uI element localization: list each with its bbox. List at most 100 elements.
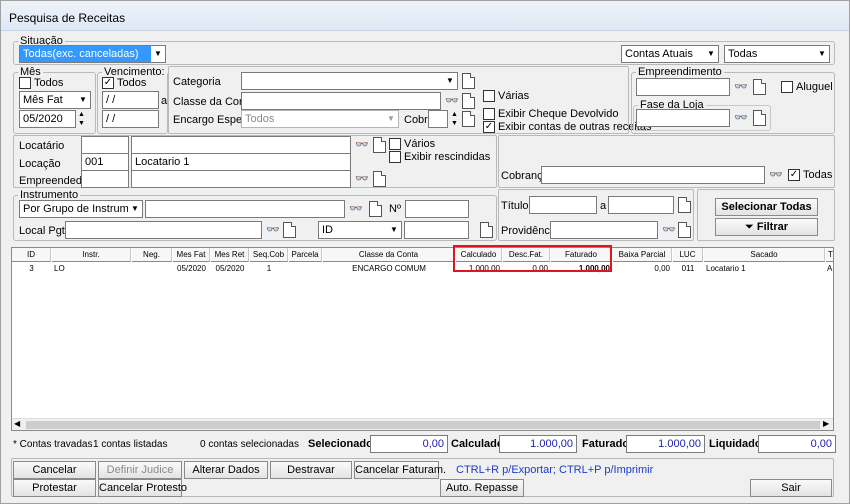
mes-todos-checkbox[interactable] bbox=[19, 77, 31, 89]
categoria-select[interactable]: ▼ bbox=[241, 72, 458, 90]
cell-seq-cob[interactable]: 1 bbox=[250, 263, 288, 274]
classe-input[interactable] bbox=[241, 92, 441, 110]
cell-parcela[interactable] bbox=[289, 263, 322, 274]
col-header-mes-fat[interactable]: Mes Fat bbox=[173, 248, 210, 262]
mes-input[interactable]: 05/2020 bbox=[19, 110, 76, 128]
definir-judice-button[interactable]: Definir Judice bbox=[98, 461, 182, 479]
col-header-classe[interactable]: Classe da Conta bbox=[323, 248, 455, 262]
col-header-sacado[interactable]: Sacado bbox=[704, 248, 825, 262]
empreendimento-input[interactable] bbox=[636, 78, 730, 96]
binoculars-icon[interactable]: 👓 bbox=[768, 166, 784, 184]
col-header-t[interactable]: T bbox=[826, 248, 833, 262]
selecionar-todas-button[interactable]: Selecionar Todas bbox=[715, 198, 818, 216]
fase-input[interactable] bbox=[636, 109, 730, 127]
col-header-luc[interactable]: LUC bbox=[673, 248, 703, 262]
cell-sacado[interactable]: Locatario 1 bbox=[706, 263, 825, 274]
locacao-name-input[interactable]: Locatario 1 bbox=[131, 153, 351, 171]
binoculars-icon[interactable]: 👓 bbox=[444, 92, 460, 110]
cheque-checkbox[interactable] bbox=[483, 108, 495, 120]
empreendedor-id-input[interactable] bbox=[81, 170, 129, 188]
auto-repasse-button[interactable]: Auto. Repasse bbox=[440, 479, 524, 497]
col-header-mes-ret[interactable]: Mes Ret bbox=[211, 248, 249, 262]
document-icon[interactable] bbox=[678, 197, 691, 213]
instrumento-select[interactable]: Por Grupo de Instrumento ▼ bbox=[19, 200, 143, 218]
scroll-right-icon[interactable]: ▶ bbox=[823, 419, 829, 428]
document-icon[interactable] bbox=[369, 201, 382, 217]
varias-checkbox[interactable] bbox=[483, 90, 495, 102]
binoculars-icon[interactable]: 👓 bbox=[661, 221, 677, 239]
cell-mes-fat[interactable]: 05/2020 bbox=[173, 263, 210, 274]
col-header-seq-cob[interactable]: Seq.Cob bbox=[250, 248, 288, 262]
destravar-button[interactable]: Destravar bbox=[270, 461, 352, 479]
alterar-dados-button[interactable]: Alterar Dados bbox=[184, 461, 268, 479]
document-icon[interactable] bbox=[462, 73, 475, 89]
locatario-name-input[interactable] bbox=[131, 136, 351, 154]
mes-spinner[interactable]: ▲ ▼ bbox=[76, 110, 87, 128]
sair-button[interactable]: Sair bbox=[750, 479, 832, 497]
cell-baixa-parcial[interactable]: 0,00 bbox=[613, 263, 670, 274]
cancelar-faturam-button[interactable]: Cancelar Faturam. bbox=[354, 461, 446, 479]
providencia-input[interactable] bbox=[550, 221, 658, 239]
binoculars-icon[interactable]: 👓 bbox=[265, 221, 281, 239]
document-icon[interactable] bbox=[283, 222, 296, 238]
binoculars-icon[interactable]: 👓 bbox=[348, 200, 364, 218]
document-icon[interactable] bbox=[753, 110, 766, 126]
col-header-baixa-parcial[interactable]: Baixa Parcial bbox=[613, 248, 672, 262]
contas-select[interactable]: Contas Atuais ▼ bbox=[621, 45, 719, 63]
cell-classe[interactable]: ENCARGO COMUM bbox=[323, 263, 455, 274]
scrollbar-thumb[interactable] bbox=[26, 421, 820, 429]
vencimento-ate-input[interactable]: / / bbox=[102, 110, 159, 128]
binoculars-icon[interactable]: 👓 bbox=[354, 170, 370, 188]
rescindidas-checkbox[interactable] bbox=[389, 151, 401, 163]
situacao-select[interactable]: Todas(exc. canceladas) ▼ bbox=[19, 45, 166, 63]
empreendedor-name-input[interactable] bbox=[131, 170, 351, 188]
col-header-parcela[interactable]: Parcela bbox=[289, 248, 322, 262]
binoculars-icon[interactable]: 👓 bbox=[733, 109, 749, 127]
col-header-instr[interactable]: Instr. bbox=[52, 248, 131, 262]
vencimento-todos-checkbox[interactable]: ✓ bbox=[102, 77, 114, 89]
document-icon[interactable] bbox=[462, 93, 475, 109]
mes-tipo-select[interactable]: Mês Fat ▼ bbox=[19, 91, 91, 109]
cobr-spinner[interactable]: ▲ ▼ bbox=[449, 110, 460, 128]
cobr-input[interactable] bbox=[428, 110, 448, 128]
cell-luc[interactable]: 011 bbox=[673, 263, 703, 274]
locatario-id-input[interactable] bbox=[81, 136, 129, 154]
document-icon[interactable] bbox=[373, 137, 386, 153]
col-header-neg[interactable]: Neg. bbox=[132, 248, 172, 262]
cell-t[interactable]: A bbox=[827, 263, 833, 274]
aluguel-checkbox[interactable] bbox=[781, 81, 793, 93]
local-pgto-input[interactable] bbox=[65, 221, 262, 239]
id-input[interactable] bbox=[404, 221, 469, 239]
vencimento-de-input[interactable]: / / bbox=[102, 91, 159, 109]
locacao-id-input[interactable]: 001 bbox=[81, 153, 129, 171]
horizontal-scrollbar[interactable]: ◀ ▶ bbox=[12, 418, 833, 430]
varios-checkbox[interactable] bbox=[389, 138, 401, 150]
document-icon[interactable] bbox=[678, 222, 691, 238]
cancelar-protesto-button[interactable]: Cancelar Protesto bbox=[98, 479, 187, 497]
cell-neg[interactable] bbox=[132, 263, 172, 274]
cobranca-input[interactable] bbox=[541, 166, 765, 184]
instrumento-input[interactable] bbox=[145, 200, 345, 218]
document-icon[interactable] bbox=[480, 222, 493, 238]
scroll-left-icon[interactable]: ◀ bbox=[14, 419, 20, 428]
binoculars-icon[interactable]: 👓 bbox=[733, 78, 749, 96]
id-select[interactable]: ID ▼ bbox=[318, 221, 402, 239]
cancelar-button[interactable]: Cancelar bbox=[13, 461, 96, 479]
titulo-de-input[interactable] bbox=[529, 196, 597, 214]
outras-checkbox[interactable]: ✓ bbox=[483, 121, 495, 133]
document-icon[interactable] bbox=[753, 79, 766, 95]
results-grid[interactable]: ID Instr. Neg. Mes Fat Mes Ret Seq.Cob P… bbox=[11, 247, 834, 431]
cell-mes-ret[interactable]: 05/2020 bbox=[211, 263, 249, 274]
numero-input[interactable] bbox=[405, 200, 469, 218]
filtrar-button[interactable]: ⏷ Filtrar bbox=[715, 218, 818, 236]
col-header-id[interactable]: ID bbox=[12, 248, 51, 262]
titulo-ate-input[interactable] bbox=[608, 196, 674, 214]
protestar-button[interactable]: Protestar bbox=[13, 479, 96, 497]
binoculars-icon[interactable]: 👓 bbox=[354, 136, 370, 154]
cell-instr[interactable]: LO bbox=[54, 263, 131, 274]
document-icon[interactable] bbox=[373, 171, 386, 187]
encargo-select[interactable]: Todos ▼ bbox=[241, 110, 399, 128]
todas-select[interactable]: Todas ▼ bbox=[724, 45, 830, 63]
cobranca-todas-checkbox[interactable]: ✓ bbox=[788, 169, 800, 181]
document-icon[interactable] bbox=[462, 111, 475, 127]
